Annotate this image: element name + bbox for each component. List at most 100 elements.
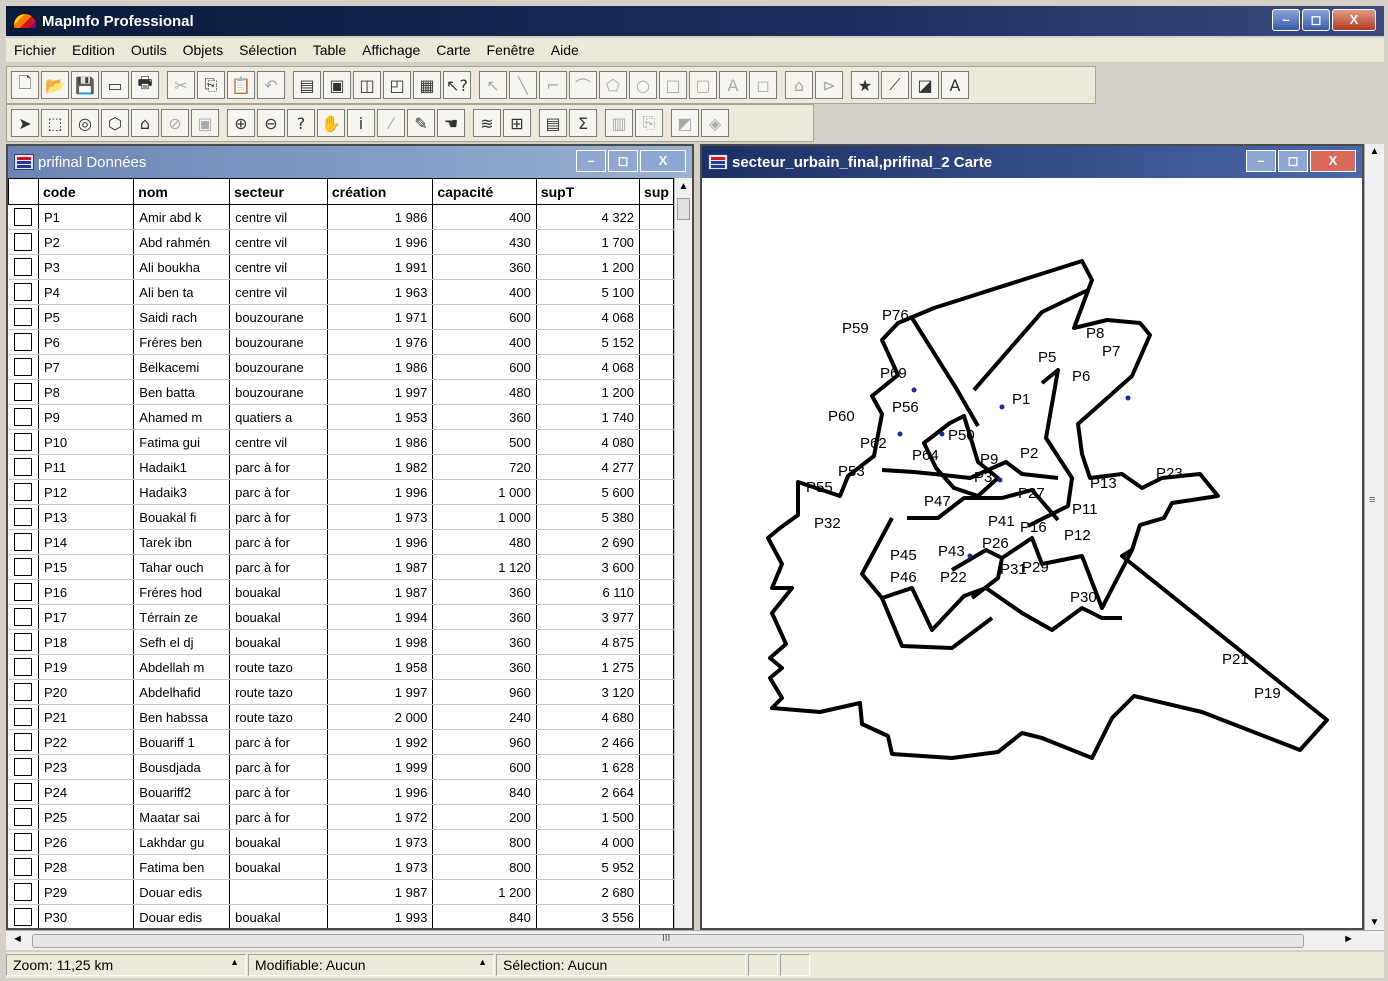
cell-creation[interactable]: 1 993: [327, 904, 434, 928]
map-close-button[interactable]: X: [1310, 150, 1356, 172]
menu-affichage[interactable]: Affichage: [354, 42, 428, 58]
cell-nom[interactable]: Saidi rach: [133, 304, 231, 330]
cell-creation[interactable]: 1 996: [327, 229, 434, 255]
zoom-out-icon[interactable]: ⊖: [257, 109, 285, 137]
cell-creation[interactable]: 1 997: [327, 379, 434, 405]
cell-code[interactable]: P12: [38, 479, 135, 505]
row-select-checkbox[interactable]: [8, 504, 39, 530]
cell-secteur[interactable]: route tazo: [229, 654, 328, 680]
rounded-rectangle-icon[interactable]: ▢: [689, 71, 717, 99]
cell-sup[interactable]: [639, 454, 674, 480]
row-select-checkbox[interactable]: [8, 529, 39, 555]
cell-sup[interactable]: [639, 604, 674, 630]
cell-supt[interactable]: 3 600: [536, 554, 641, 580]
cell-capacite[interactable]: 1 000: [432, 504, 537, 530]
cell-secteur[interactable]: bouzourane: [229, 379, 328, 405]
cell-supt[interactable]: 1 275: [536, 654, 641, 680]
reshape-icon[interactable]: ⌂: [785, 71, 813, 99]
header-secteur[interactable]: secteur: [229, 178, 328, 205]
cell-secteur[interactable]: centre vil: [229, 279, 328, 305]
cell-sup[interactable]: [639, 704, 674, 730]
cell-sup[interactable]: [639, 554, 674, 580]
cell-code[interactable]: P15: [38, 554, 135, 580]
map-scroll-grip-icon[interactable]: ≡: [1369, 494, 1375, 506]
row-select-checkbox[interactable]: [8, 679, 39, 705]
drag-map-icon[interactable]: ☚: [437, 109, 465, 137]
text-icon[interactable]: A: [719, 71, 747, 99]
cell-creation[interactable]: 1 997: [327, 679, 434, 705]
row-select-checkbox[interactable]: [8, 704, 39, 730]
row-select-checkbox[interactable]: [8, 329, 39, 355]
row-select-checkbox[interactable]: [8, 429, 39, 455]
cell-supt[interactable]: 1 700: [536, 229, 641, 255]
cell-code[interactable]: P3: [38, 254, 135, 280]
cell-nom[interactable]: Hadaik3: [133, 479, 231, 505]
cell-supt[interactable]: 5 600: [536, 479, 641, 505]
cell-nom[interactable]: Hadaik1: [133, 454, 231, 480]
row-select-checkbox[interactable]: [8, 204, 39, 230]
browser-title-bar[interactable]: prifinal Données – ◻ X: [8, 146, 692, 178]
cell-secteur[interactable]: centre vil: [229, 204, 328, 230]
cell-supt[interactable]: 1 740: [536, 404, 641, 430]
cell-capacite[interactable]: 840: [432, 779, 537, 805]
cell-code[interactable]: P16: [38, 579, 135, 605]
menu-carte[interactable]: Carte: [428, 42, 478, 58]
minimize-button[interactable]: –: [1272, 9, 1300, 31]
cell-capacite[interactable]: 360: [432, 254, 537, 280]
polygon-icon[interactable]: ⬠: [599, 71, 627, 99]
cell-creation[interactable]: 1 986: [327, 429, 434, 455]
table-row[interactable]: P13 Bouakal fi parc à for 1 973 1 000 5 380: [8, 504, 674, 530]
cell-creation[interactable]: 1 996: [327, 479, 434, 505]
row-select-checkbox[interactable]: [8, 754, 39, 780]
cell-sup[interactable]: [639, 379, 674, 405]
cell-supt[interactable]: 4 277: [536, 454, 641, 480]
cell-supt[interactable]: 2 664: [536, 779, 641, 805]
cell-creation[interactable]: 1 987: [327, 879, 434, 905]
cell-creation[interactable]: 1 986: [327, 204, 434, 230]
cell-supt[interactable]: 2 690: [536, 529, 641, 555]
row-select-checkbox[interactable]: [8, 804, 39, 830]
new-redistrict-icon[interactable]: ▦: [413, 71, 441, 99]
close-button[interactable]: X: [1332, 9, 1376, 31]
cell-secteur[interactable]: parc à for: [229, 554, 328, 580]
cell-sup[interactable]: [639, 679, 674, 705]
cell-supt[interactable]: 1 200: [536, 254, 641, 280]
cell-nom[interactable]: Fatima gui: [133, 429, 231, 455]
cell-code[interactable]: P13: [38, 504, 135, 530]
cell-creation[interactable]: 1 982: [327, 454, 434, 480]
graph-select-icon[interactable]: ▣: [191, 109, 219, 137]
clip-region-icon[interactable]: ◩: [671, 109, 699, 137]
help-pointer-icon[interactable]: ↖?: [443, 71, 471, 99]
header-supt[interactable]: supT: [535, 178, 641, 205]
cell-supt[interactable]: 4 000: [536, 829, 641, 855]
table-row[interactable]: P20 Abdelhafid route tazo 1 997 960 3 120: [8, 679, 674, 705]
cell-supt[interactable]: 2 680: [536, 879, 641, 905]
table-row[interactable]: P1 Amir abd k centre vil 1 986 400 4 322: [8, 204, 674, 230]
new-file-icon[interactable]: 🗋: [11, 71, 39, 99]
status-editable[interactable]: Modifiable: Aucun ▲: [248, 954, 494, 976]
scroll-right-arrow-icon[interactable]: ►: [1343, 933, 1354, 945]
cell-supt[interactable]: 1 628: [536, 754, 641, 780]
cell-creation[interactable]: 1 973: [327, 829, 434, 855]
cell-code[interactable]: P26: [38, 829, 135, 855]
scroll-thumb[interactable]: [677, 198, 690, 220]
menu-selection[interactable]: Sélection: [231, 42, 305, 58]
maximize-button[interactable]: ◻: [1302, 9, 1330, 31]
cell-creation[interactable]: 1 999: [327, 754, 434, 780]
table-row[interactable]: P23 Bousdjada parc à for 1 999 600 1 628: [8, 754, 674, 780]
cell-creation[interactable]: 1 953: [327, 404, 434, 430]
cell-nom[interactable]: Abdelhafid: [133, 679, 231, 705]
legend-icon[interactable]: ⊞: [503, 109, 531, 137]
table-row[interactable]: P24 Bouariff2 parc à for 1 996 840 2 664: [8, 779, 674, 805]
menu-outils[interactable]: Outils: [123, 42, 175, 58]
cell-code[interactable]: P29: [38, 879, 135, 905]
cell-supt[interactable]: 4 322: [536, 204, 641, 230]
cell-capacite[interactable]: 960: [432, 729, 537, 755]
cell-secteur[interactable]: parc à for: [229, 454, 328, 480]
cell-nom[interactable]: Belkacemi: [133, 354, 231, 380]
status-selection[interactable]: Sélection: Aucun: [496, 954, 746, 976]
cell-capacite[interactable]: 480: [432, 379, 537, 405]
cell-capacite[interactable]: 720: [432, 454, 537, 480]
cell-sup[interactable]: [639, 329, 674, 355]
horizontal-scrollbar[interactable]: ◄ III ►: [6, 930, 1384, 950]
